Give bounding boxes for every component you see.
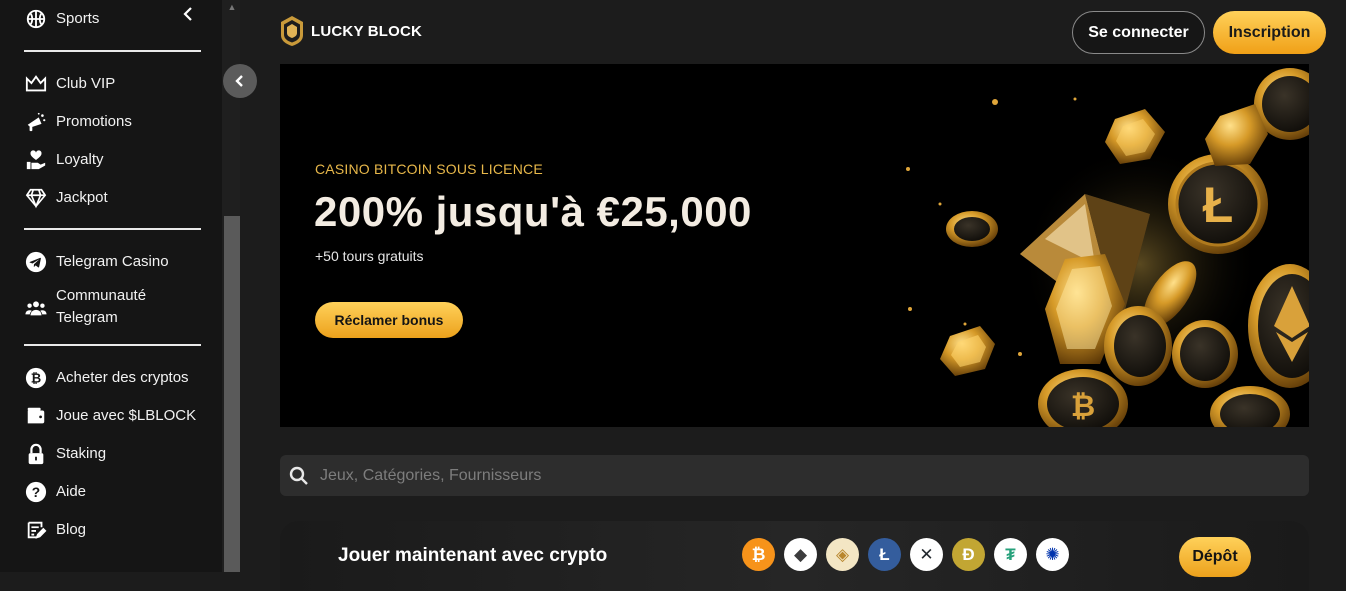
sidebar-item-label: Telegram Casino xyxy=(56,253,169,270)
sidebar-item-help[interactable]: ? Aide xyxy=(24,480,86,503)
basketball-icon xyxy=(24,7,47,30)
crypto-coin-list: ₿ ◆ ◈ Ł ✕ Ð ₮ ✺ xyxy=(742,538,1069,571)
search-input[interactable] xyxy=(320,466,1220,485)
sidebar-item-label: Club VIP xyxy=(56,75,116,92)
sidebar-item-buy-crypto[interactable]: ₿ Acheter des cryptos xyxy=(24,366,189,389)
sidebar-item-label: Joue avec $LBLOCK xyxy=(56,407,197,424)
wallet-icon xyxy=(24,404,47,427)
svg-text:₿: ₿ xyxy=(1071,390,1095,423)
blog-icon xyxy=(24,518,47,541)
sidebar-item-label: Sports xyxy=(56,10,100,27)
sidebar-item-label: Promotions xyxy=(56,113,132,130)
deposit-button[interactable]: Dépôt xyxy=(1179,537,1251,577)
sidebar-divider xyxy=(24,228,201,230)
chevron-left-icon xyxy=(235,75,243,87)
sidebar-item-jackpot[interactable]: Jackpot xyxy=(24,186,108,209)
banner-title: 200% jusqu'à €25,000 xyxy=(314,188,752,235)
megaphone-icon xyxy=(24,110,47,133)
ethereum-coin-icon: ◆ xyxy=(784,538,817,571)
svg-text:₿: ₿ xyxy=(30,370,40,385)
sidebar-item-label: Jackpot xyxy=(56,189,108,206)
cardano-coin-icon: ✺ xyxy=(1036,538,1069,571)
sidebar-item-community-telegram[interactable]: Communauté Telegram xyxy=(24,285,146,329)
help-icon: ? xyxy=(24,480,47,503)
lucky-block-logo-icon xyxy=(281,16,303,46)
logo-text: LUCKY BLOCK xyxy=(311,22,423,40)
sidebar-item-label: Staking xyxy=(56,445,107,462)
diamond-icon xyxy=(24,186,47,209)
sidebar-divider xyxy=(24,50,201,52)
claim-bonus-button[interactable]: Réclamer bonus xyxy=(315,302,463,338)
game-search-bar[interactable] xyxy=(280,455,1309,496)
tether-coin-icon: ₮ xyxy=(994,538,1027,571)
sidebar-scroll-thumb[interactable] xyxy=(224,216,240,572)
sidebar-item-label: Aide xyxy=(56,483,87,500)
community-icon xyxy=(24,296,47,319)
banner-subtitle: +50 tours gratuits xyxy=(315,248,424,264)
sidebar-divider xyxy=(24,344,201,346)
collapse-sidebar-button[interactable] xyxy=(223,64,257,98)
sidebar-item-label: Acheter des cryptos xyxy=(56,369,189,386)
sidebar-item-staking[interactable]: Staking xyxy=(24,442,106,465)
svg-text:?: ? xyxy=(31,485,39,500)
litecoin-coin-icon: Ł xyxy=(868,538,901,571)
crypto-deposit-bar: Jouer maintenant avec crypto ₿ ◆ ◈ Ł ✕ Ð ₮ ✺ Dé… xyxy=(280,521,1309,591)
search-icon xyxy=(289,466,308,485)
sidebar-item-blog[interactable]: Blog xyxy=(24,518,86,541)
sidebar-item-play-lblock[interactable]: Joue avec $LBLOCK xyxy=(24,404,196,427)
sidebar: Sports Club VIP Promotions Loyalty Jackp… xyxy=(0,0,222,572)
heart-hand-icon xyxy=(24,148,47,171)
chevron-left-icon[interactable] xyxy=(181,6,195,22)
sidebar-item-loyalty[interactable]: Loyalty xyxy=(24,148,104,171)
sidebar-item-label: Communauté Telegram xyxy=(56,287,147,326)
sidebar-item-telegram-casino[interactable]: Telegram Casino xyxy=(24,250,169,273)
banner-eyebrow: CASINO BITCOIN SOUS LICENCE xyxy=(315,161,543,177)
sidebar-item-sports[interactable]: Sports xyxy=(24,7,99,30)
bitcoin-coin-icon: ₿ xyxy=(742,538,775,571)
lucky-block-coin-icon: ◈ xyxy=(826,538,859,571)
scroll-up-arrow-icon[interactable]: ▲ xyxy=(227,3,237,12)
sidebar-item-club-vip[interactable]: Club VIP xyxy=(24,72,115,95)
dogecoin-coin-icon: Ð xyxy=(952,538,985,571)
bitcoin-icon: ₿ xyxy=(24,366,47,389)
svg-text:Ł: Ł xyxy=(1203,177,1234,233)
sidebar-item-promotions[interactable]: Promotions xyxy=(24,110,132,133)
sidebar-item-label: Loyalty xyxy=(56,151,104,168)
signup-button[interactable]: Inscription xyxy=(1213,11,1326,54)
crypto-bar-title: Jouer maintenant avec crypto xyxy=(338,545,608,566)
crypto-coins-illustration: Ł ₿ xyxy=(906,68,1309,427)
sidebar-item-label: Blog xyxy=(56,521,87,538)
promo-banner: CASINO BITCOIN SOUS LICENCE 200% jusqu'à… xyxy=(280,64,1309,427)
login-button[interactable]: Se connecter xyxy=(1072,11,1205,54)
lock-icon xyxy=(24,442,47,465)
telegram-icon xyxy=(24,250,47,273)
site-logo[interactable]: LUCKY BLOCK xyxy=(279,15,422,47)
crown-icon xyxy=(24,72,47,95)
xrp-coin-icon: ✕ xyxy=(910,538,943,571)
